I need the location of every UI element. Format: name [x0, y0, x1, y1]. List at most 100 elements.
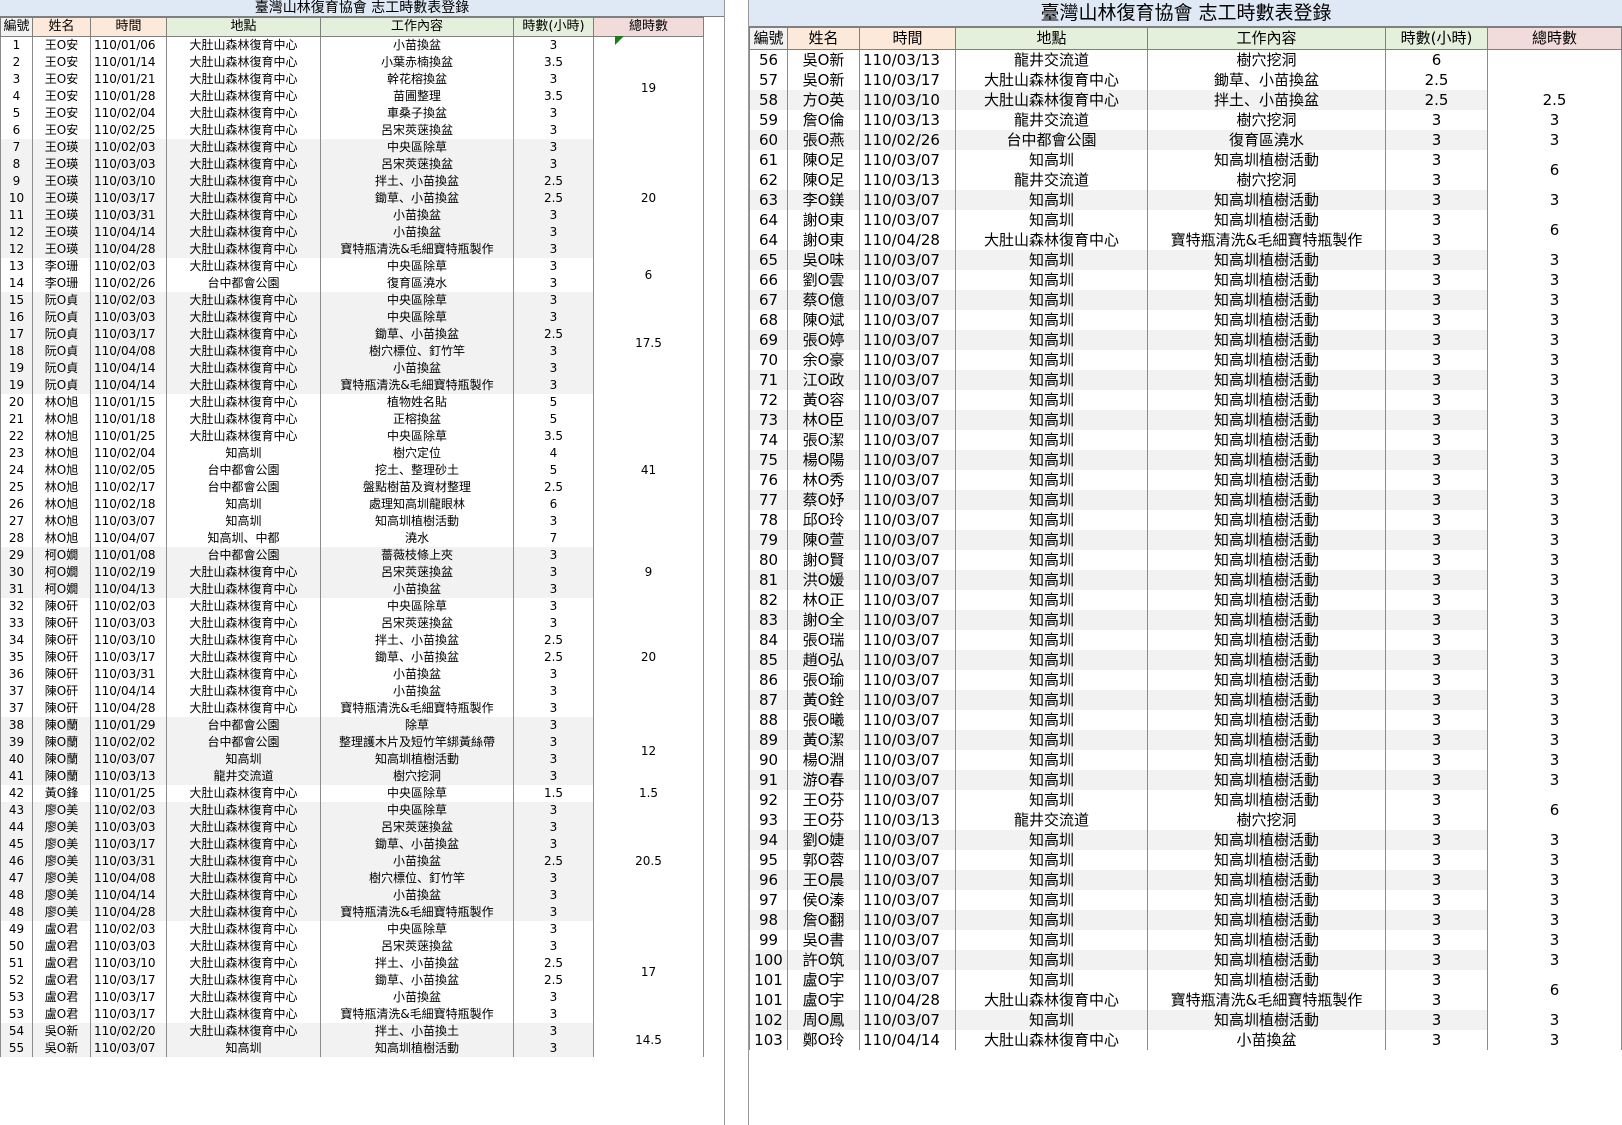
- cell-name[interactable]: 張O瑜: [787, 670, 860, 690]
- cell-location[interactable]: 大肚山森林復育中心: [166, 309, 321, 326]
- cell-total-hours[interactable]: 3: [1487, 330, 1622, 350]
- cell-location[interactable]: 知高圳: [955, 350, 1148, 370]
- cell-name[interactable]: 陳O蘭: [32, 717, 91, 734]
- cell-hours[interactable]: 3: [1385, 790, 1488, 810]
- cell-location[interactable]: 大肚山森林復育中心: [166, 139, 321, 156]
- cell-location[interactable]: 大肚山森林復育中心: [166, 377, 321, 394]
- cell-hours[interactable]: 3: [513, 292, 594, 309]
- cell-id[interactable]: 63: [749, 190, 788, 210]
- cell-name[interactable]: 詹O倫: [787, 110, 860, 130]
- cell-hours[interactable]: 3: [1385, 810, 1488, 830]
- cell-date[interactable]: 110/04/14: [90, 683, 167, 700]
- cell-task[interactable]: 車桑子換盆: [320, 105, 514, 122]
- cell-task[interactable]: 知高圳植樹活動: [1147, 270, 1386, 290]
- cell-task[interactable]: 知高圳植樹活動: [1147, 730, 1386, 750]
- cell-location[interactable]: 大肚山森林復育中心: [166, 292, 321, 309]
- cell-hours[interactable]: 3: [1385, 650, 1488, 670]
- cell-total-hours[interactable]: 3: [1487, 850, 1622, 870]
- cell-location[interactable]: 大肚山森林復育中心: [166, 870, 321, 887]
- cell-total-hours[interactable]: 3: [1487, 630, 1622, 650]
- cell-id[interactable]: 86: [749, 670, 788, 690]
- cell-name[interactable]: 王O晨: [787, 870, 860, 890]
- cell-id[interactable]: 53: [0, 989, 33, 1006]
- cell-task[interactable]: 知高圳植樹活動: [1147, 750, 1386, 770]
- cell-id[interactable]: 46: [0, 853, 33, 870]
- cell-name[interactable]: 柯O嫺: [32, 581, 91, 598]
- cell-date[interactable]: 110/04/14: [90, 224, 167, 241]
- cell-total-hours[interactable]: 20: [593, 139, 704, 258]
- cell-task[interactable]: 復育區澆水: [1147, 130, 1386, 150]
- cell-location[interactable]: 大肚山森林復育中心: [166, 105, 321, 122]
- cell-task[interactable]: 整理護木片及短竹竿綁黃絲帶: [320, 734, 514, 751]
- cell-hours[interactable]: 2.5: [513, 972, 594, 989]
- cell-date[interactable]: 110/03/07: [859, 670, 956, 690]
- cell-name[interactable]: 王O瑛: [32, 224, 91, 241]
- cell-location[interactable]: 知高圳: [955, 210, 1148, 230]
- cell-hours[interactable]: 3: [1385, 1030, 1488, 1050]
- cell-date[interactable]: 110/03/07: [859, 510, 956, 530]
- cell-task[interactable]: 知高圳植樹活動: [320, 751, 514, 768]
- cell-hours[interactable]: 3: [1385, 250, 1488, 270]
- cell-location[interactable]: 大肚山森林復育中心: [166, 173, 321, 190]
- cell-date[interactable]: 110/03/07: [859, 290, 956, 310]
- cell-date[interactable]: 110/02/03: [90, 802, 167, 819]
- cell-name[interactable]: 王O瑛: [32, 241, 91, 258]
- cell-name[interactable]: 陳O矸: [32, 615, 91, 632]
- cell-name[interactable]: 王O瑛: [32, 190, 91, 207]
- cell-hours[interactable]: 3: [1385, 630, 1488, 650]
- cell-name[interactable]: 林O旭: [32, 462, 91, 479]
- cell-location[interactable]: 知高圳: [955, 790, 1148, 810]
- cell-task[interactable]: 寶特瓶清洗&毛細寶特瓶製作: [320, 1006, 514, 1023]
- cell-task[interactable]: 小苗換盆: [320, 887, 514, 904]
- cell-id[interactable]: 5: [0, 105, 33, 122]
- cell-task[interactable]: 知高圳植樹活動: [1147, 1010, 1386, 1030]
- cell-name[interactable]: 黃O潔: [787, 730, 860, 750]
- cell-hours[interactable]: 3: [1385, 890, 1488, 910]
- cell-task[interactable]: 小苗換盆: [320, 683, 514, 700]
- cell-name[interactable]: 王O瑛: [32, 173, 91, 190]
- cell-date[interactable]: 110/03/07: [859, 310, 956, 330]
- cell-id[interactable]: 100: [749, 950, 788, 970]
- cell-hours[interactable]: 2.5: [513, 173, 594, 190]
- cell-hours[interactable]: 3: [1385, 350, 1488, 370]
- cell-name[interactable]: 蔡O億: [787, 290, 860, 310]
- cell-name[interactable]: 黃O鋒: [32, 785, 91, 802]
- cell-date[interactable]: 110/03/10: [90, 632, 167, 649]
- cell-total-hours[interactable]: 3: [1487, 310, 1622, 330]
- cell-location[interactable]: 大肚山森林復育中心: [166, 156, 321, 173]
- cell-total-hours[interactable]: 6: [593, 258, 704, 292]
- cell-location[interactable]: 大肚山森林復育中心: [166, 88, 321, 105]
- cell-date[interactable]: 110/03/07: [90, 751, 167, 768]
- cell-total-hours[interactable]: 3: [1487, 590, 1622, 610]
- cell-id[interactable]: 92: [749, 790, 788, 810]
- cell-location[interactable]: 知高圳: [955, 590, 1148, 610]
- cell-task[interactable]: 小苗換盆: [320, 853, 514, 870]
- cell-location[interactable]: 大肚山森林復育中心: [166, 360, 321, 377]
- cell-total-hours[interactable]: 3: [1487, 450, 1622, 470]
- cell-name[interactable]: 王O芬: [787, 790, 860, 810]
- cell-date[interactable]: 110/02/03: [90, 598, 167, 615]
- cell-id[interactable]: 23: [0, 445, 33, 462]
- cell-date[interactable]: 110/01/28: [90, 88, 167, 105]
- cell-name[interactable]: 黃O容: [787, 390, 860, 410]
- cell-hours[interactable]: 3: [1385, 850, 1488, 870]
- cell-location[interactable]: 大肚山森林復育中心: [166, 904, 321, 921]
- cell-name[interactable]: 謝O全: [787, 610, 860, 630]
- cell-date[interactable]: 110/03/07: [859, 570, 956, 590]
- cell-location[interactable]: 知高圳: [955, 250, 1148, 270]
- cell-task[interactable]: 鋤草、小苗換盆: [320, 836, 514, 853]
- cell-name[interactable]: 李O珊: [32, 258, 91, 275]
- cell-task[interactable]: 知高圳植樹活動: [1147, 190, 1386, 210]
- cell-location[interactable]: 知高圳: [955, 310, 1148, 330]
- cell-total-hours[interactable]: 19: [593, 36, 704, 139]
- cell-id[interactable]: 2: [0, 54, 33, 71]
- cell-name[interactable]: 王O安: [32, 88, 91, 105]
- cell-task[interactable]: 薔薇枝條上夾: [320, 547, 514, 564]
- cell-id[interactable]: 20: [0, 394, 33, 411]
- cell-hours[interactable]: 3: [513, 615, 594, 632]
- cell-date[interactable]: 110/04/14: [90, 360, 167, 377]
- cell-date[interactable]: 110/04/14: [90, 377, 167, 394]
- cell-id[interactable]: 36: [0, 666, 33, 683]
- cell-task[interactable]: 呂宋莢蒾換盆: [320, 938, 514, 955]
- cell-task[interactable]: 鋤草、小苗換盆: [320, 190, 514, 207]
